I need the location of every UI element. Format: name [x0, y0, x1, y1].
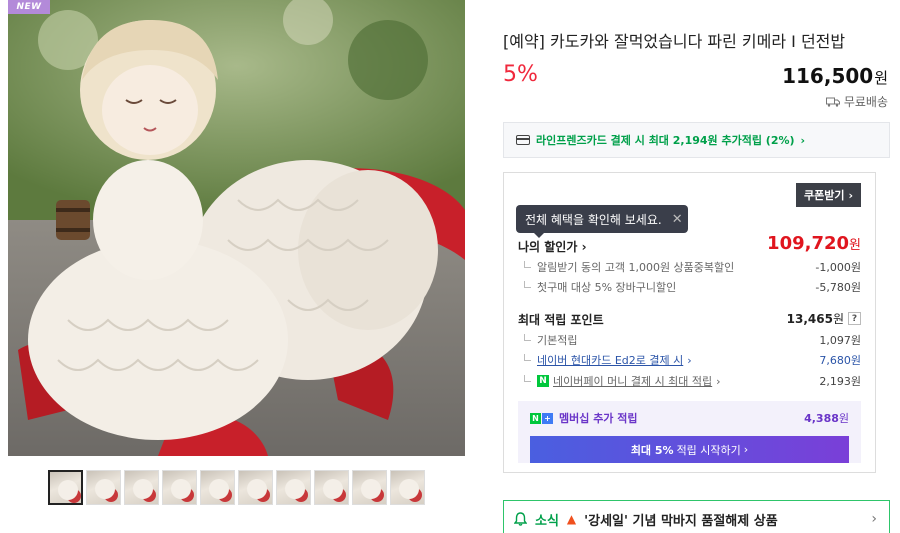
thumbnail-strip [48, 470, 425, 505]
chevron-right-icon: › [743, 443, 749, 456]
my-discount-link[interactable]: 나의 할인가 › [518, 238, 587, 255]
truck-icon [825, 97, 840, 107]
npay-icon: N [537, 375, 549, 387]
credit-card-icon [516, 135, 530, 145]
bell-icon [514, 512, 527, 526]
card-benefit-text: 라인프렌즈카드 결제 시 최대 2,194원 추가적립 (2%) [536, 134, 795, 147]
figure-illustration [8, 0, 465, 456]
product-price: 116,500원 [782, 64, 888, 88]
news-text: '강세일' 기념 막바지 품절해제 상품 [584, 513, 778, 529]
points-value: 1,097원 [819, 334, 861, 347]
help-icon[interactable]: ? [848, 312, 861, 325]
news-bar[interactable]: 소식 ▲ '강세일' 기념 막바지 품절해제 상품 › [503, 500, 890, 533]
points-title: 최대 적립 포인트 [518, 313, 604, 327]
discount-row: 알림받기 동의 고객 1,000원 상품중복할인 -1,000원 [518, 259, 861, 275]
discount-value: -1,000원 [815, 261, 861, 274]
new-badge: NEW [8, 0, 50, 14]
fire-icon: ▲ [566, 512, 577, 526]
points-row-npay[interactable]: N 네이버페이 머니 결제 시 최대 적립 › 2,193원 [518, 373, 861, 389]
thumbnail-4[interactable] [162, 470, 197, 505]
final-price-value: 109,720 [767, 233, 850, 254]
thumbnail-3[interactable] [124, 470, 159, 505]
final-price: 109,720원 [767, 233, 861, 254]
points-currency: 원 [832, 312, 844, 326]
thumbnail-5[interactable] [200, 470, 235, 505]
chevron-right-icon: › [716, 374, 721, 388]
coupon-button[interactable]: 쿠폰받기 › [795, 183, 861, 207]
chevron-right-icon: › [800, 133, 806, 147]
thumbnail-9[interactable] [352, 470, 387, 505]
product-main-image[interactable] [8, 0, 465, 456]
points-value: 2,193원 [819, 375, 861, 388]
discount-rate: 5% [503, 62, 538, 87]
plus-icon: + [542, 412, 553, 424]
points-total: 13,465원 ? [787, 310, 861, 327]
product-page: NEW [예약] 카도카와 잘먹었습니다 파린 키메라 I 던전밥 5% 116… [0, 0, 900, 533]
discount-label: 알림받기 동의 고객 1,000원 상품중복할인 [518, 259, 734, 275]
points-value: 7,680원 [819, 354, 861, 367]
chevron-right-icon: › [848, 188, 853, 202]
shipping-label: 무료배송 [843, 95, 888, 109]
thumbnail-7[interactable] [276, 470, 311, 505]
membership-panel: N + 멤버십 추가 적립 4,388원 최대 5% 적립 시작하기 › [518, 401, 861, 463]
discount-value: -5,780원 [815, 281, 861, 294]
points-label: 네이버페이 머니 결제 시 최대 적립 [553, 375, 713, 388]
membership-value-number: 4,388 [804, 412, 839, 425]
membership-label: 멤버십 추가 적립 [559, 412, 638, 425]
news-label: 소식 [535, 513, 559, 529]
tooltip-text: 전체 혜택을 확인해 보세요. [525, 212, 662, 227]
points-row-card[interactable]: 네이버 현대카드 Ed2로 결제 시 › 7,680원 [518, 352, 861, 368]
thumbnail-6[interactable] [238, 470, 273, 505]
discount-label: 첫구매 대상 5% 장바구니할인 [518, 279, 676, 295]
thumbnail-8[interactable] [314, 470, 349, 505]
naver-plus-icon: N + [530, 412, 553, 424]
discount-row: 첫구매 대상 5% 장바구니할인 -5,780원 [518, 279, 861, 295]
price-currency: 원 [874, 69, 888, 87]
close-icon[interactable]: ✕ [672, 212, 683, 227]
my-discount-label: 나의 할인가 [518, 240, 578, 254]
price-value: 116,500 [782, 64, 874, 88]
naver-n-icon: N [530, 412, 541, 424]
points-total-value: 13,465 [786, 312, 833, 326]
thumbnail-10[interactable] [390, 470, 425, 505]
card-benefit-banner[interactable]: 라인프렌즈카드 결제 시 최대 2,194원 추가적립 (2%) › [503, 122, 890, 158]
benefit-tooltip: 전체 혜택을 확인해 보세요. ✕ [516, 205, 688, 238]
points-card-link[interactable]: 네이버 현대카드 Ed2로 결제 시 [537, 352, 683, 368]
membership-value: 4,388원 [804, 410, 849, 426]
product-title: [예약] 카도카와 잘먹었습니다 파린 키메라 I 던전밥 [503, 32, 846, 51]
shipping-info: 무료배송 [825, 93, 888, 110]
chevron-right-icon: › [871, 511, 877, 527]
chevron-right-icon: › [687, 353, 692, 367]
membership-currency: 원 [838, 412, 849, 425]
membership-button-label: 적립 시작하기 [676, 443, 741, 457]
membership-start-button[interactable]: 최대 5% 적립 시작하기 › [530, 436, 849, 463]
membership-head: N + 멤버십 추가 적립 [530, 410, 638, 426]
points-label: 기본적립 [518, 332, 577, 348]
benefit-box: 쿠폰받기 › 전체 혜택을 확인해 보세요. ✕ 나의 할인가 › 109,72… [503, 172, 876, 473]
coupon-button-label: 쿠폰받기 [803, 189, 845, 202]
membership-button-bold: 최대 5% [630, 443, 674, 457]
thumbnail-1[interactable] [48, 470, 83, 505]
chevron-right-icon: › [581, 240, 587, 254]
thumbnail-2[interactable] [86, 470, 121, 505]
points-row: 기본적립 1,097원 [518, 332, 861, 348]
final-price-currency: 원 [849, 238, 861, 253]
